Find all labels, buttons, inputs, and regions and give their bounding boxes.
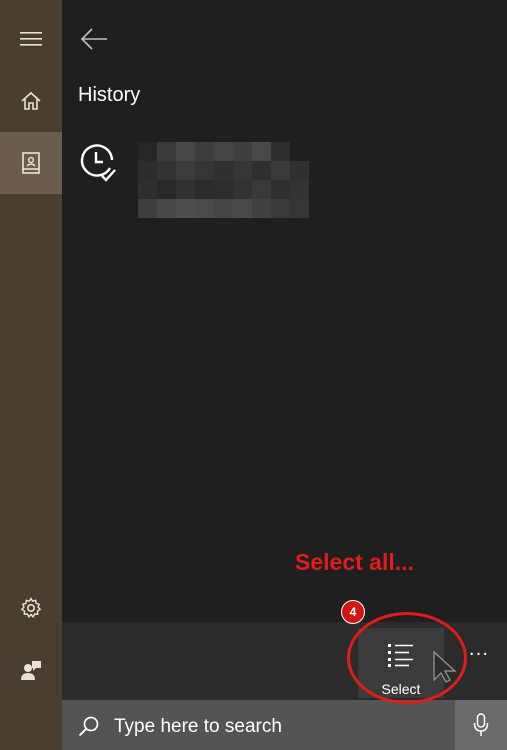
home-button[interactable] xyxy=(0,70,62,132)
hamburger-menu-button[interactable] xyxy=(0,8,62,70)
settings-button[interactable] xyxy=(0,577,62,639)
hamburger-menu-icon xyxy=(20,32,42,46)
feedback-button[interactable] xyxy=(0,639,62,701)
cortana-window: History Select all... 4 Select ··· Type … xyxy=(0,0,507,750)
more-options-button[interactable]: ··· xyxy=(464,644,494,668)
history-item[interactable] xyxy=(76,138,336,222)
back-arrow-icon xyxy=(80,28,107,50)
step-badge: 4 xyxy=(341,600,365,624)
blurred-history-entry xyxy=(138,142,328,218)
mouse-cursor-icon xyxy=(433,650,457,683)
microphone-icon xyxy=(473,713,489,736)
gear-icon xyxy=(20,597,42,619)
taskbar-search[interactable]: Type here to search xyxy=(62,700,507,750)
command-bar: Select ··· xyxy=(62,622,507,700)
search-icon xyxy=(78,716,99,737)
microphone-button[interactable] xyxy=(455,700,507,750)
select-list-icon xyxy=(388,644,413,667)
notebook-button[interactable] xyxy=(0,132,62,194)
annotation-label: Select all... xyxy=(295,549,414,575)
clock-check-icon xyxy=(80,144,116,182)
home-icon xyxy=(21,91,41,110)
main-panel: History xyxy=(62,0,507,622)
page-title: History xyxy=(78,84,141,106)
feedback-icon xyxy=(21,661,41,680)
notebook-icon xyxy=(22,152,40,174)
search-input[interactable]: Type here to search xyxy=(114,716,282,738)
left-rail xyxy=(0,0,62,750)
back-button[interactable] xyxy=(76,22,112,56)
